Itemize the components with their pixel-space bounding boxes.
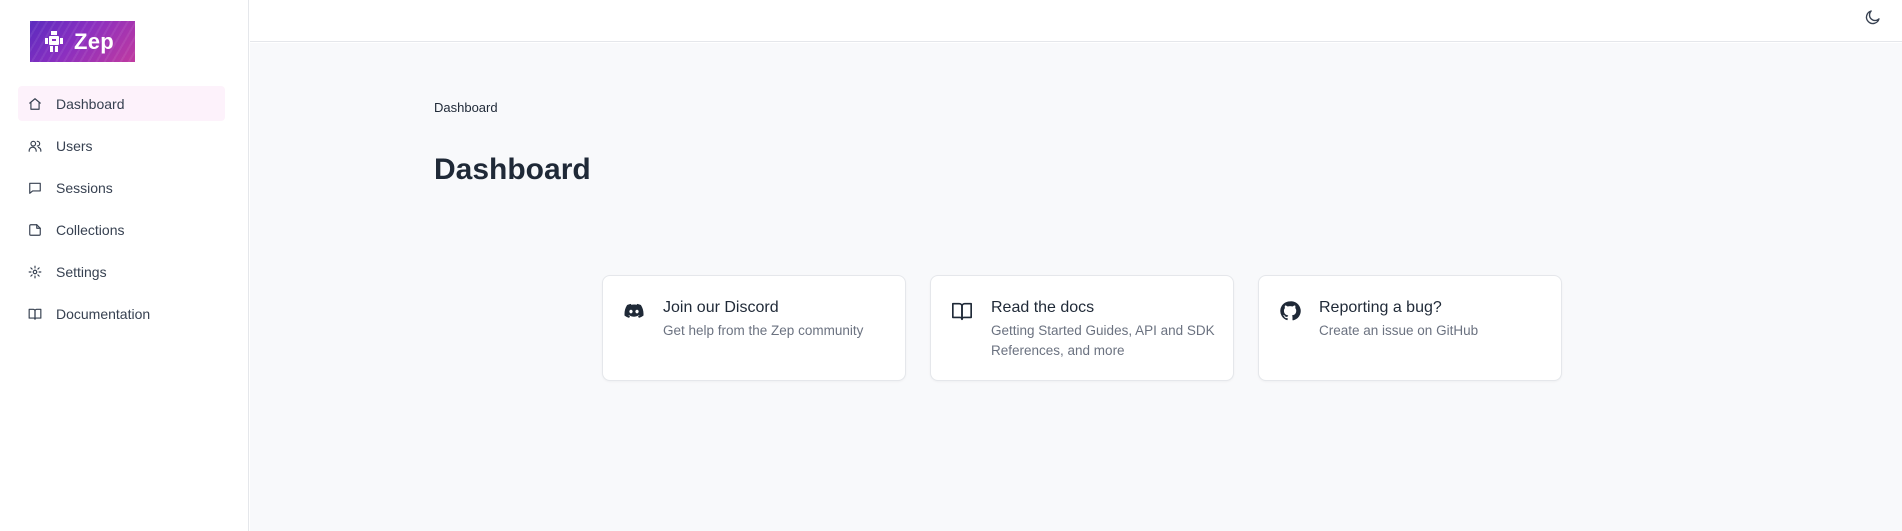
sidebar-item-label: Dashboard — [56, 95, 125, 112]
page-title: Dashboard — [434, 153, 591, 186]
discord-icon — [624, 303, 644, 318]
message-square-icon — [28, 181, 42, 195]
sidebar-item-sessions[interactable]: Sessions — [18, 170, 225, 205]
sidebar-item-collections[interactable]: Collections — [18, 212, 225, 247]
sidebar-item-label: Users — [56, 137, 93, 154]
sidebar: Zep Dashboard Users Sessions Collections… — [0, 0, 249, 531]
card-description: Getting Started Guides, API and SDK Refe… — [991, 323, 1215, 358]
sidebar-nav: Dashboard Users Sessions Collections Set… — [18, 86, 225, 338]
app-root: Zep Dashboard Users Sessions Collections… — [0, 0, 1902, 531]
docs-card[interactable]: Read the docs Getting Started Guides, AP… — [930, 275, 1234, 381]
github-icon — [1280, 301, 1301, 321]
card-title: Join our Discord — [663, 299, 779, 316]
moon-icon[interactable] — [1864, 8, 1882, 26]
robot-icon — [45, 30, 63, 52]
github-card[interactable]: Reporting a bug? Create an issue on GitH… — [1258, 275, 1562, 381]
sidebar-item-documentation[interactable]: Documentation — [18, 296, 225, 331]
breadcrumb[interactable]: Dashboard — [434, 100, 498, 115]
sidebar-item-dashboard[interactable]: Dashboard — [18, 86, 225, 121]
brand-name: Zep — [74, 28, 115, 54]
sidebar-item-label: Sessions — [56, 179, 113, 196]
book-open-icon — [28, 307, 42, 321]
discord-card[interactable]: Join our Discord Get help from the Zep c… — [602, 275, 906, 381]
sidebar-item-settings[interactable]: Settings — [18, 254, 225, 289]
card-title: Read the docs — [991, 299, 1095, 316]
main-content: Dashboard Dashboard Join our Discord Get… — [250, 43, 1902, 531]
book-open-icon — [952, 302, 972, 321]
gear-icon — [28, 265, 42, 279]
sidebar-item-label: Settings — [56, 263, 107, 280]
top-bar — [250, 0, 1902, 42]
sticky-note-icon — [28, 223, 42, 237]
brand-logo[interactable]: Zep — [30, 21, 135, 62]
sidebar-item-users[interactable]: Users — [18, 128, 225, 163]
card-title: Reporting a bug? — [1319, 299, 1442, 316]
sidebar-item-label: Collections — [56, 221, 125, 238]
users-icon — [28, 139, 42, 153]
card-description: Get help from the Zep community — [663, 323, 864, 338]
home-icon — [28, 97, 42, 111]
card-description: Create an issue on GitHub — [1319, 323, 1479, 338]
sidebar-item-label: Documentation — [56, 305, 151, 322]
